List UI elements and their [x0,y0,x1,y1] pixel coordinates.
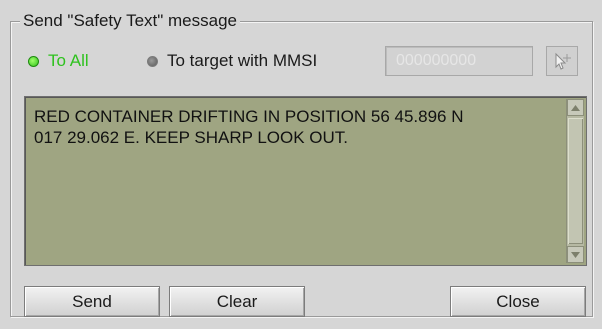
close-button[interactable]: Close [450,286,586,317]
clear-button[interactable]: Clear [169,286,305,317]
dialog-title: Send "Safety Text" message [20,10,240,32]
cursor-target-icon [555,52,571,70]
message-textarea[interactable]: RED CONTAINER DRIFTING IN POSITION 56 45… [24,96,587,266]
radio-indicator-on-icon [28,55,39,67]
pick-target-button[interactable] [546,46,578,76]
vertical-scrollbar[interactable] [566,99,584,263]
scroll-up-arrow-icon [571,104,580,111]
radio-indicator-off-icon [147,55,158,67]
radio-to-target-label: To target with MMSI [167,51,318,70]
scroll-up-button[interactable] [567,99,584,116]
radio-to-all-label: To All [48,51,89,70]
scroll-down-button[interactable] [567,246,584,263]
message-text[interactable]: RED CONTAINER DRIFTING IN POSITION 56 45… [34,106,544,148]
radio-to-target-mmsi[interactable]: To target with MMSI [147,50,317,72]
mmsi-input[interactable]: 000000000 [385,46,533,76]
scrollbar-thumb[interactable] [568,118,583,244]
radio-to-all[interactable]: To All [28,50,89,72]
safety-text-dialog: Send "Safety Text" message To All To tar… [0,0,602,329]
send-button[interactable]: Send [24,286,160,317]
scroll-down-arrow-icon [571,251,580,258]
